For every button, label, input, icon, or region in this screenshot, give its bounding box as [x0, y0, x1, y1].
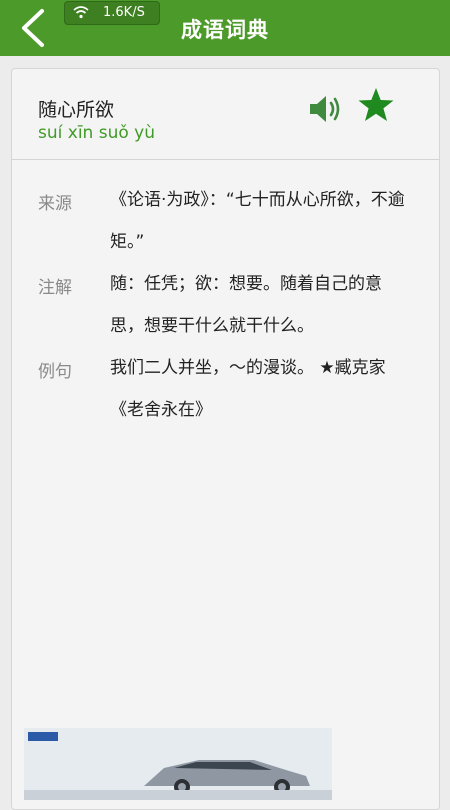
- ad-banner[interactable]: [24, 728, 332, 800]
- idiom-pinyin: suí xīn suǒ yù: [38, 123, 155, 143]
- idiom-card: 随心所欲 suí xīn suǒ yù 来源 《论语·为政》：“七十而从心所欲，…: [11, 68, 440, 810]
- top-bar: 1.6K/S 成语词典: [0, 0, 450, 56]
- example-label: 例句: [38, 362, 72, 382]
- star-icon[interactable]: [356, 85, 396, 125]
- speaker-icon[interactable]: [308, 93, 344, 125]
- source-text: 《论语·为政》：“七十而从心所欲，不逾矩。”: [110, 190, 405, 252]
- source-label: 来源: [38, 194, 72, 214]
- car-ad-image: [24, 728, 332, 800]
- idiom-word: 随心所欲: [38, 99, 115, 121]
- example-text: 我们二人并坐，～的漫谈。 ★臧克家《老舍永在》: [110, 358, 386, 420]
- explanation-label: 注解: [38, 278, 72, 298]
- explanation-text: 随：任凭；欲：想要。随着自己的意思，想要干什么就干什么。: [110, 274, 382, 336]
- idiom-header: 随心所欲 suí xīn suǒ yù: [12, 69, 439, 160]
- page-title: 成语词典: [181, 18, 269, 42]
